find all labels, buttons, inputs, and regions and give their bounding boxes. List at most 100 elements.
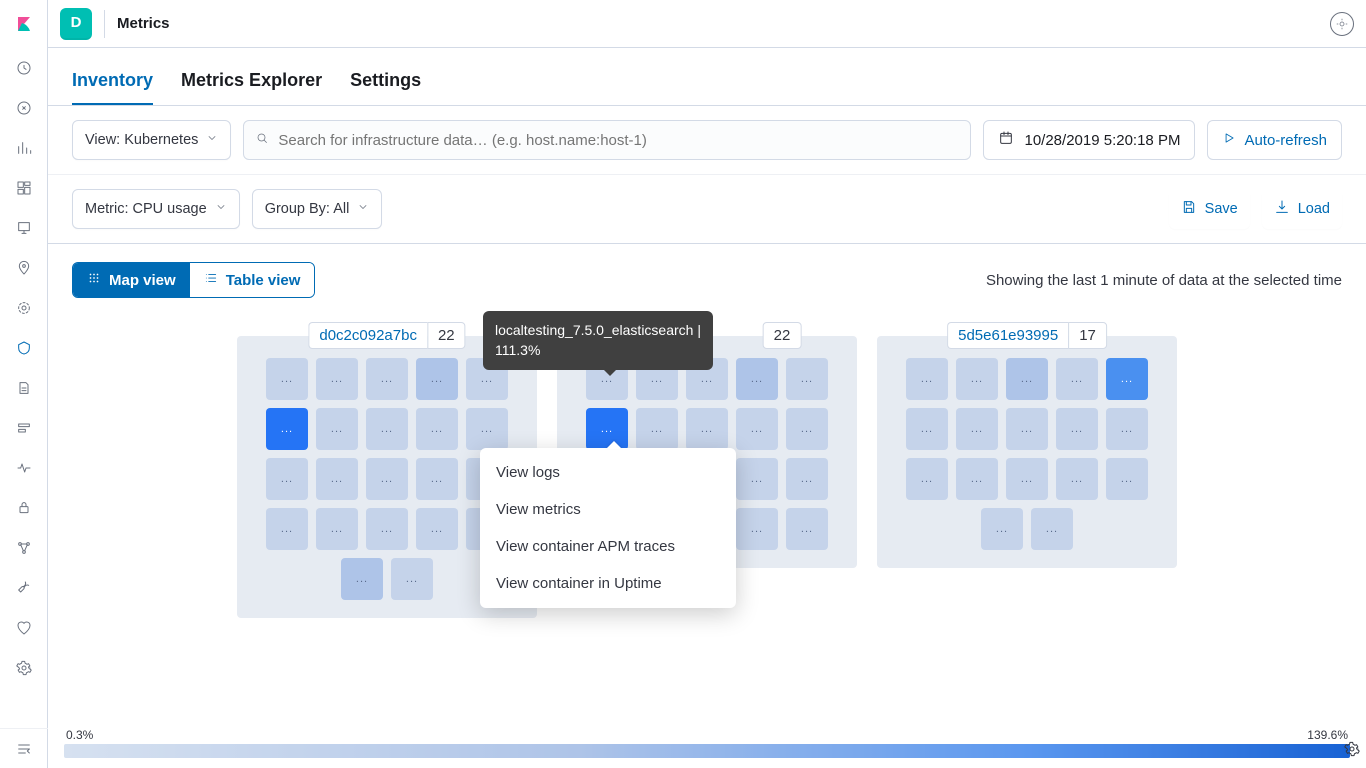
search-input[interactable] xyxy=(278,132,958,149)
legend-settings-icon[interactable] xyxy=(1344,741,1360,762)
node-cell[interactable]: ... xyxy=(736,358,778,400)
group-label[interactable]: 5d5e61e93995 17 xyxy=(947,322,1107,349)
uptime-icon[interactable] xyxy=(0,448,48,488)
node-cell[interactable]: ... xyxy=(956,408,998,450)
group-id: d0c2c092a7bc xyxy=(308,322,427,349)
grid-icon xyxy=(87,271,101,289)
monitoring-icon[interactable] xyxy=(0,608,48,648)
node-cell[interactable]: ... xyxy=(736,408,778,450)
node-cell[interactable]: ... xyxy=(786,358,828,400)
node-cell[interactable]: ... xyxy=(416,508,458,550)
node-cell[interactable]: ... xyxy=(786,408,828,450)
logs-icon[interactable] xyxy=(0,368,48,408)
save-button[interactable]: Save xyxy=(1169,189,1250,229)
node-cell[interactable]: ... xyxy=(416,358,458,400)
visualize-icon[interactable] xyxy=(0,128,48,168)
node-cell[interactable]: ... xyxy=(786,508,828,550)
canvas-icon[interactable] xyxy=(0,208,48,248)
node-cell[interactable]: ... xyxy=(366,408,408,450)
node-cell[interactable]: ... xyxy=(366,358,408,400)
node-cell[interactable]: ... xyxy=(1106,358,1148,400)
maps-icon[interactable] xyxy=(0,248,48,288)
node-cell[interactable]: ... xyxy=(316,458,358,500)
newsfeed-icon[interactable] xyxy=(1330,12,1354,36)
menu-view-apm[interactable]: View container APM traces xyxy=(480,528,736,565)
graph-icon[interactable] xyxy=(0,528,48,568)
node-cell[interactable]: ... xyxy=(1006,358,1048,400)
discover-icon[interactable] xyxy=(0,88,48,128)
node-cell[interactable]: ... xyxy=(906,408,948,450)
node-cell[interactable]: ... xyxy=(266,408,308,450)
node-cell[interactable]: ... xyxy=(391,558,433,600)
node-cell[interactable]: ... xyxy=(316,358,358,400)
tab-settings[interactable]: Settings xyxy=(350,70,421,105)
auto-refresh-button[interactable]: Auto-refresh xyxy=(1207,120,1342,160)
node-cell[interactable]: ... xyxy=(1056,408,1098,450)
node-group-3: 5d5e61e93995 17 ... ... ... ... ... ... … xyxy=(877,336,1177,568)
management-icon[interactable] xyxy=(0,648,48,688)
auto-refresh-label: Auto-refresh xyxy=(1244,132,1327,149)
node-cell[interactable]: ... xyxy=(466,408,508,450)
play-icon xyxy=(1222,131,1236,149)
metric-label: Metric: CPU usage xyxy=(85,201,207,217)
node-cell[interactable]: ... xyxy=(266,358,308,400)
node-cell[interactable]: ... xyxy=(981,508,1023,550)
collapse-nav-icon[interactable] xyxy=(0,728,48,768)
group-by-selector[interactable]: Group By: All xyxy=(252,189,383,229)
node-cell[interactable]: ... xyxy=(316,408,358,450)
tab-metrics-explorer[interactable]: Metrics Explorer xyxy=(181,70,322,105)
legend-gradient xyxy=(64,744,1350,758)
node-cell[interactable]: ... xyxy=(786,458,828,500)
node-cell[interactable]: ... xyxy=(316,508,358,550)
dashboard-icon[interactable] xyxy=(0,168,48,208)
node-cell[interactable]: ... xyxy=(736,458,778,500)
map-view-toggle[interactable]: Map view xyxy=(73,263,190,297)
table-view-toggle[interactable]: Table view xyxy=(190,263,315,297)
node-cell[interactable]: ... xyxy=(956,358,998,400)
siem-icon[interactable] xyxy=(0,488,48,528)
node-cell[interactable]: ... xyxy=(1106,408,1148,450)
node-cell[interactable]: ... xyxy=(1006,408,1048,450)
recently-viewed-icon[interactable] xyxy=(0,48,48,88)
search-bar[interactable] xyxy=(243,120,971,160)
group-id: 5d5e61e93995 xyxy=(947,322,1068,349)
node-cell[interactable]: ... xyxy=(1031,508,1073,550)
menu-view-metrics[interactable]: View metrics xyxy=(480,491,736,528)
node-cell[interactable]: ... xyxy=(366,458,408,500)
breadcrumb: Metrics xyxy=(117,15,170,32)
dev-tools-icon[interactable] xyxy=(0,568,48,608)
view-selector[interactable]: View: Kubernetes xyxy=(72,120,231,160)
node-cell[interactable]: ... xyxy=(636,408,678,450)
node-cell[interactable]: ... xyxy=(906,458,948,500)
space-selector[interactable]: D xyxy=(60,8,92,40)
node-cell[interactable]: ... xyxy=(686,408,728,450)
node-cell[interactable]: ... xyxy=(736,508,778,550)
apm-icon[interactable] xyxy=(0,408,48,448)
node-cell[interactable]: ... xyxy=(266,508,308,550)
node-cell[interactable]: ... xyxy=(1006,458,1048,500)
node-cell[interactable]: ... xyxy=(1056,358,1098,400)
kibana-logo[interactable] xyxy=(0,0,48,48)
node-cell[interactable]: ... xyxy=(416,408,458,450)
node-cell[interactable]: ... xyxy=(416,458,458,500)
load-button[interactable]: Load xyxy=(1262,189,1342,229)
node-cell[interactable]: ... xyxy=(366,508,408,550)
node-cell[interactable]: ... xyxy=(341,558,383,600)
node-cell[interactable]: ... xyxy=(266,458,308,500)
tab-inventory[interactable]: Inventory xyxy=(72,70,153,105)
node-cell[interactable]: ... xyxy=(1106,458,1148,500)
menu-view-logs[interactable]: View logs xyxy=(480,454,736,491)
group-by-label: Group By: All xyxy=(265,201,350,217)
node-cell[interactable]: ... xyxy=(956,458,998,500)
load-icon xyxy=(1274,199,1290,219)
group-label[interactable]: 22 xyxy=(763,322,802,349)
group-label[interactable]: d0c2c092a7bc 22 xyxy=(308,322,465,349)
infrastructure-icon[interactable] xyxy=(0,328,48,368)
date-picker[interactable]: 10/28/2019 5:20:18 PM xyxy=(983,120,1195,160)
menu-view-uptime[interactable]: View container in Uptime xyxy=(480,565,736,602)
metric-selector[interactable]: Metric: CPU usage xyxy=(72,189,240,229)
node-cell[interactable]: ... xyxy=(906,358,948,400)
node-cell[interactable]: ... xyxy=(1056,458,1098,500)
calendar-icon xyxy=(998,130,1014,150)
ml-icon[interactable] xyxy=(0,288,48,328)
